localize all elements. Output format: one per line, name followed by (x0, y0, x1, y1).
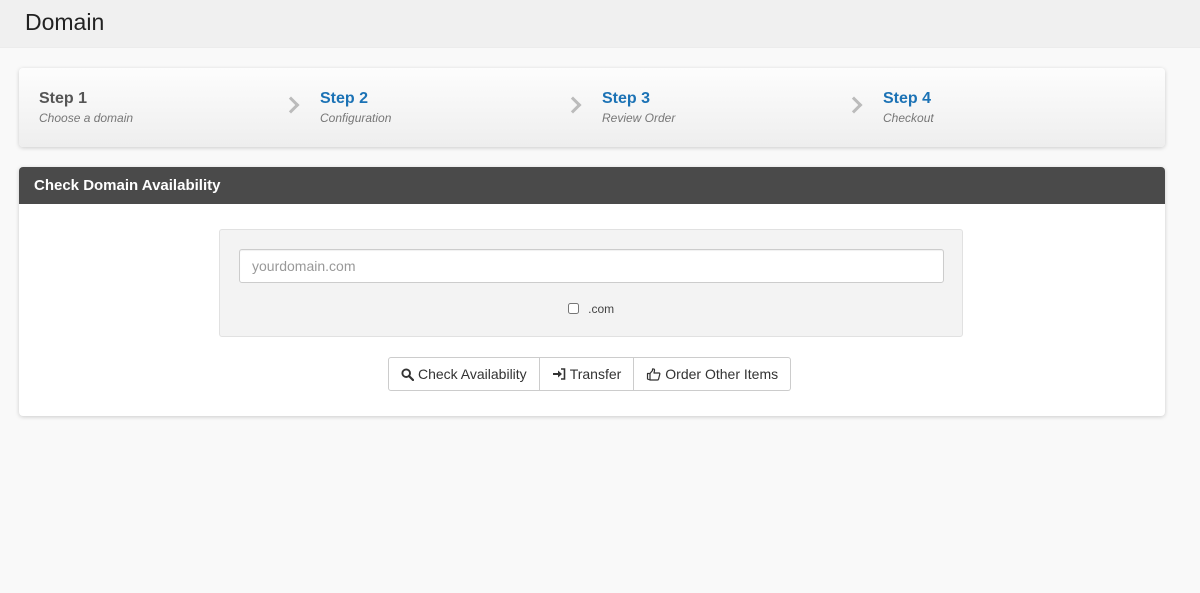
page-header: Domain (0, 0, 1200, 48)
step-2[interactable]: Step 2 Configuration (320, 90, 391, 125)
step-title[interactable]: Step 4 (883, 90, 934, 108)
step-title[interactable]: Step 2 (320, 90, 391, 108)
chevron-right-icon (282, 96, 300, 114)
check-availability-button[interactable]: Check Availability (388, 357, 540, 391)
transfer-button[interactable]: Transfer (539, 357, 635, 391)
step-subtitle: Review Order (602, 111, 676, 125)
tld-label: .com (588, 301, 615, 316)
button-label: Order Other Items (665, 366, 779, 382)
panel-heading: Check Domain Availability (19, 167, 1165, 204)
action-button-group: Check Availability Transfer Order Other … (388, 357, 792, 391)
step-4[interactable]: Step 4 Checkout (883, 90, 934, 125)
page-title: Domain (25, 9, 105, 35)
chevron-right-icon (845, 96, 863, 114)
step-subtitle: Checkout (883, 111, 934, 125)
button-label: Transfer (569, 366, 622, 382)
step-1: Step 1 Choose a domain (39, 90, 133, 125)
step-subtitle: Configuration (320, 111, 392, 125)
domain-check-panel: Check Domain Availability .com Check Ava… (19, 167, 1165, 416)
tld-com-checkbox[interactable] (567, 303, 579, 315)
button-label: Check Availability (418, 366, 527, 382)
tld-option: .com (220, 301, 962, 316)
chevron-right-icon (564, 96, 582, 114)
step-title: Step 1 (39, 90, 88, 107)
search-icon (401, 367, 414, 381)
domain-input[interactable] (239, 249, 944, 283)
order-steps: Step 1 Choose a domain Step 2 Configurat… (19, 68, 1165, 147)
hand-pointing-icon (647, 367, 661, 381)
step-3[interactable]: Step 3 Review Order (602, 90, 675, 125)
sign-in-icon (552, 368, 565, 380)
domain-search-well: .com (219, 229, 963, 337)
step-subtitle: Choose a domain (39, 111, 134, 125)
step-title[interactable]: Step 3 (602, 90, 675, 108)
order-other-items-button[interactable]: Order Other Items (634, 357, 792, 391)
